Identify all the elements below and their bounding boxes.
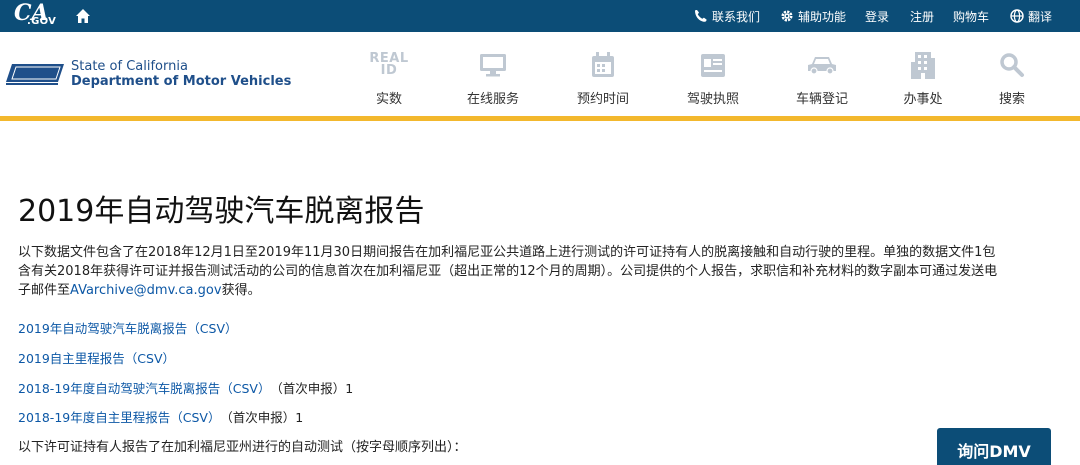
nav-appointments-label: 预约时间 [576,92,629,107]
page-title: 2019年自动驾驶汽车脱离报告 [18,194,425,229]
contact-us-label: 联系我们 [712,9,761,24]
translate-link[interactable]: 翻译 [1010,0,1052,32]
cart-link[interactable]: 购物车 [953,0,989,32]
nav-vehicle-registration[interactable]: 车辆登记 [772,48,872,110]
ca-gov-logo[interactable]: CA .GOV [14,0,62,30]
disengagement-report-2019-link[interactable]: 2019年自动驾驶汽车脱离报告（CSV） [18,321,238,336]
accessibility-link[interactable]: 辅助功能 [780,0,846,32]
site-header: State of California Department of Motor … [0,32,1080,116]
register-link[interactable]: 注册 [910,0,934,32]
intro-end: 获得。 [221,283,261,298]
register-label: 注册 [910,9,935,24]
nav-search[interactable]: 搜索 [962,48,1062,110]
contact-us-link[interactable]: 联系我们 [694,0,760,32]
dmv-logo[interactable] [6,62,64,86]
ca-gov-logo-sub: .GOV [27,16,57,27]
translate-label: 翻译 [1028,9,1053,24]
nav-driver-license-label: 驾驶执照 [686,92,739,107]
nav-online-services[interactable]: 在线服务 [443,48,543,110]
accessibility-label: 辅助功能 [798,9,847,24]
nav-offices[interactable]: 办事处 [873,48,973,110]
login-link[interactable]: 登录 [865,0,889,32]
top-utility-bar: CA .GOV 联系我们 辅助功能 登录 注册 购物车 翻译 [0,0,1080,32]
gear-icon [781,10,793,22]
nav-appointments[interactable]: 预约时间 [553,48,653,110]
search-icon [1000,53,1024,77]
nav-real-id-label: 实数 [375,92,402,107]
report-link-row: 2019自主里程报告（CSV） [18,348,175,367]
permit-holders-intro: 以下许可证持有人报告了在加利福尼亚州进行的自动测试（按字母顺序列出）： [18,440,467,455]
header-accent-bar [0,116,1080,121]
first-filing-note: （首次申报）1 [276,381,354,396]
report-link-row: 2018-19年度自主里程报告（CSV） （首次申报）1 [18,407,303,426]
login-label: 登录 [865,9,890,24]
report-link-row: 2019年自动驾驶汽车脱离报告（CSV） [18,318,238,337]
mileage-report-2019-link[interactable]: 2019自主里程报告（CSV） [18,351,175,366]
ask-dmv-button[interactable]: 询问DMV [937,428,1051,465]
nav-search-label: 搜索 [998,92,1025,107]
globe-icon [1010,9,1024,23]
monitor-icon [480,54,506,77]
disengagement-report-2018-19-link[interactable]: 2018-19年度自动驾驶汽车脱离报告（CSV） [18,381,270,396]
building-icon [911,52,935,79]
nav-driver-license[interactable]: 驾驶执照 [663,48,763,110]
nav-vehicle-registration-label: 车辆登记 [795,92,848,107]
intro-paragraph: 以下数据文件包含了在2018年12月1日至2019年11月30日期间报告在加利福… [18,243,1008,300]
calendar-icon [592,52,614,77]
first-filing-note: （首次申报）1 [226,410,304,425]
real-id-word-2: ID [380,63,398,78]
phone-icon [695,10,707,22]
nav-offices-label: 办事处 [903,92,943,107]
agency-line-2: Department of Motor Vehicles [71,74,292,89]
car-icon [808,57,836,75]
report-link-row: 2018-19年度自动驾驶汽车脱离报告（CSV） （首次申报）1 [18,378,353,397]
nav-online-services-label: 在线服务 [466,92,519,107]
real-id-icon: REAL ID [339,48,439,82]
mileage-report-2018-19-link[interactable]: 2018-19年度自主里程报告（CSV） [18,410,220,425]
home-icon[interactable] [75,8,91,24]
dmv-agency-name[interactable]: State of California Department of Motor … [71,59,291,89]
archive-email-link[interactable]: AVarchive@dmv.ca.gov [70,283,222,298]
agency-line-1: State of California [71,59,188,74]
license-card-icon [701,54,725,77]
nav-real-id[interactable]: REAL ID 实数 [339,48,439,110]
cart-label: 购物车 [953,9,990,24]
